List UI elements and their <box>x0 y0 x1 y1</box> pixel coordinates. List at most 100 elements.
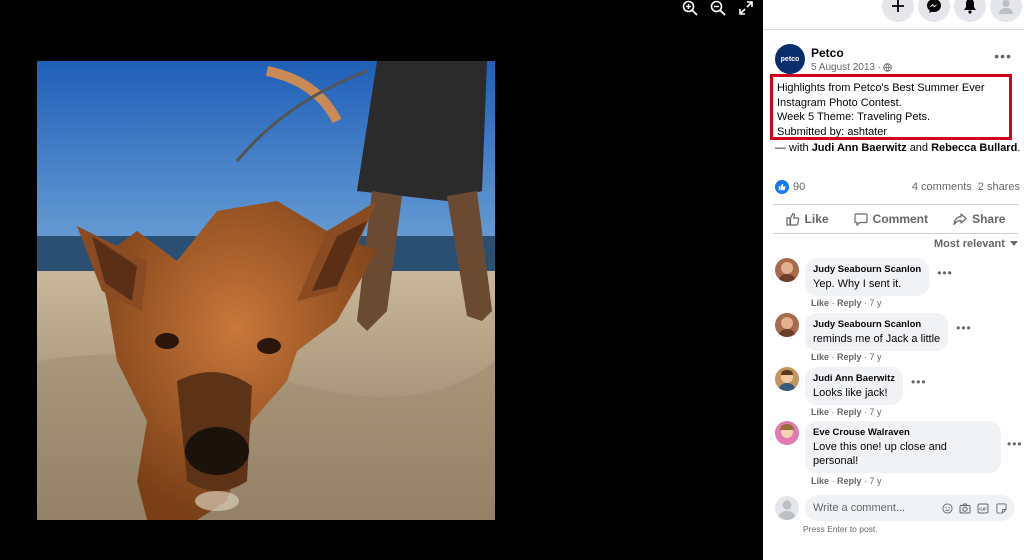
comment-like-link[interactable]: Like <box>811 476 829 486</box>
comment-like-link[interactable]: Like <box>811 352 829 362</box>
comment-item: Judi Ann Baerwitz Looks like jack! ••• <box>775 367 927 405</box>
post-actions: Like Comment Share <box>773 204 1018 234</box>
post-date[interactable]: 5 August 2013 · <box>811 62 881 73</box>
comment-reply-link[interactable]: Reply <box>837 298 862 308</box>
tagged-suffix: . <box>1017 142 1021 154</box>
current-user-avatar[interactable] <box>775 496 799 520</box>
like-label: Like <box>804 212 829 226</box>
page-avatar[interactable]: petco <box>775 44 805 74</box>
share-button[interactable]: Share <box>953 212 1005 226</box>
comment-age[interactable]: 7 y <box>870 352 882 362</box>
comment-options-icon[interactable]: ••• <box>1007 437 1023 473</box>
comment-item: Judy Seabourn Scanlon reminds me of Jack… <box>775 313 972 351</box>
comment-meta: Like · Reply · 7 y <box>811 407 882 417</box>
caption-line: Week 5 Theme: Traveling Pets. <box>777 111 931 123</box>
comment-input[interactable]: Write a comment... GIF <box>805 495 1015 521</box>
share-count[interactable]: 2 shares <box>978 181 1020 193</box>
commenter-avatar[interactable] <box>775 258 799 282</box>
comment-item: Judy Seabourn Scanlon Yep. Why I sent it… <box>775 258 953 296</box>
comment-icon <box>854 213 868 226</box>
bell-icon[interactable] <box>954 0 986 22</box>
commenter-avatar[interactable] <box>775 313 799 337</box>
comment-like-link[interactable]: Like <box>811 298 829 308</box>
comment-age[interactable]: 7 y <box>870 476 882 486</box>
viewer-toolbar <box>680 0 756 16</box>
thumbs-up-icon <box>785 212 799 226</box>
reaction-stats: 90 4 comments 2 shares <box>775 180 1020 194</box>
comment-text: Love this one! up close and <box>813 441 947 453</box>
comment-text: personal! <box>813 455 859 467</box>
like-count: 90 <box>793 180 806 193</box>
page-meta: Petco 5 August 2013 · <box>811 46 892 73</box>
tagged-prefix: — with <box>775 142 809 154</box>
comment-text: reminds me of Jack a little <box>813 333 941 345</box>
fullscreen-icon[interactable] <box>736 0 756 16</box>
post-options-icon[interactable]: ••• <box>994 48 1012 64</box>
comment-age[interactable]: 7 y <box>870 298 882 308</box>
comment-bubble: Judy Seabourn Scanlon Yep. Why I sent it… <box>805 258 930 296</box>
commenter-avatar[interactable] <box>775 367 799 391</box>
comment-meta: Like · Reply · 7 y <box>811 476 882 486</box>
post-photo[interactable] <box>37 61 495 520</box>
comment-age[interactable]: 7 y <box>870 407 882 417</box>
post-header: petco Petco 5 August 2013 · <box>775 44 892 74</box>
comment-meta: Like · Reply · 7 y <box>811 298 882 308</box>
messenger-icon[interactable] <box>918 0 950 22</box>
share-label: Share <box>972 212 1006 226</box>
comment-options-icon[interactable]: ••• <box>937 266 953 296</box>
caption-line: Highlights from Petco's Best Summer Ever <box>777 82 985 94</box>
svg-text:GIF: GIF <box>979 506 987 511</box>
comment-reply-link[interactable]: Reply <box>837 476 862 486</box>
top-bar <box>763 0 1024 30</box>
comment-placeholder: Write a comment... <box>813 502 906 514</box>
comment-reply-link[interactable]: Reply <box>837 407 862 417</box>
comment-item: Eve Crouse Walraven Love this one! up cl… <box>775 421 1023 473</box>
camera-icon[interactable] <box>959 502 971 514</box>
caret-down-icon <box>1010 241 1018 246</box>
comment-author[interactable]: Judy Seabourn Scanlon <box>813 318 940 332</box>
tagged-person-link[interactable]: Rebecca Bullard <box>931 142 1017 154</box>
emoji-icon[interactable] <box>941 502 953 514</box>
tagged-people: — with Judi Ann Baerwitz and Rebecca Bul… <box>775 142 1020 154</box>
like-reaction-icon <box>775 180 789 194</box>
plus-icon[interactable] <box>882 0 914 22</box>
sort-label: Most relevant <box>934 238 1005 250</box>
comment-meta: Like · Reply · 7 y <box>811 352 882 362</box>
like-count-group[interactable]: 90 <box>775 180 805 194</box>
comment-options-icon[interactable]: ••• <box>911 375 927 405</box>
comment-author[interactable]: Judi Ann Baerwitz <box>813 372 895 386</box>
comment-like-link[interactable]: Like <box>811 407 829 417</box>
comment-text: Looks like jack! <box>813 387 888 399</box>
enter-hint: Press Enter to post. <box>803 524 878 534</box>
caption-line: Submitted by: ashtater <box>777 125 888 138</box>
comment-bubble: Eve Crouse Walraven Love this one! up cl… <box>805 421 1001 473</box>
comment-count[interactable]: 4 comments <box>912 181 972 193</box>
comment-bubble: Judi Ann Baerwitz Looks like jack! <box>805 367 903 405</box>
zoom-in-icon[interactable] <box>680 0 700 16</box>
post-date-row: 5 August 2013 · <box>811 62 892 73</box>
tagged-joiner: and <box>909 142 929 154</box>
globe-icon <box>883 62 892 72</box>
comment-author[interactable]: Eve Crouse Walraven <box>813 426 993 440</box>
account-icon[interactable] <box>990 0 1022 22</box>
tagged-person-link[interactable]: Judi Ann Baerwitz <box>812 142 907 154</box>
comment-button[interactable]: Comment <box>854 212 928 226</box>
comment-composer: Write a comment... GIF <box>775 495 1015 521</box>
comment-text: Yep. Why I sent it. <box>813 278 902 290</box>
logo-text: petco <box>780 55 800 63</box>
post-caption: Highlights from Petco's Best Summer Ever… <box>770 74 1012 140</box>
zoom-out-icon[interactable] <box>708 0 728 16</box>
gif-icon[interactable]: GIF <box>977 502 989 514</box>
comment-options-icon[interactable]: ••• <box>956 321 972 351</box>
comment-reply-link[interactable]: Reply <box>837 352 862 362</box>
comment-author[interactable]: Judy Seabourn Scanlon <box>813 263 921 277</box>
post-panel: petco Petco 5 August 2013 · ••• Highligh… <box>763 0 1024 560</box>
sticker-icon[interactable] <box>995 502 1007 514</box>
share-icon <box>953 213 967 226</box>
commenter-avatar[interactable] <box>775 421 799 445</box>
comment-sort-dropdown[interactable]: Most relevant <box>934 238 1018 250</box>
like-button[interactable]: Like <box>785 212 829 226</box>
page-name[interactable]: Petco <box>811 46 892 60</box>
comment-label: Comment <box>872 212 928 226</box>
comment-bubble: Judy Seabourn Scanlon reminds me of Jack… <box>805 313 949 351</box>
